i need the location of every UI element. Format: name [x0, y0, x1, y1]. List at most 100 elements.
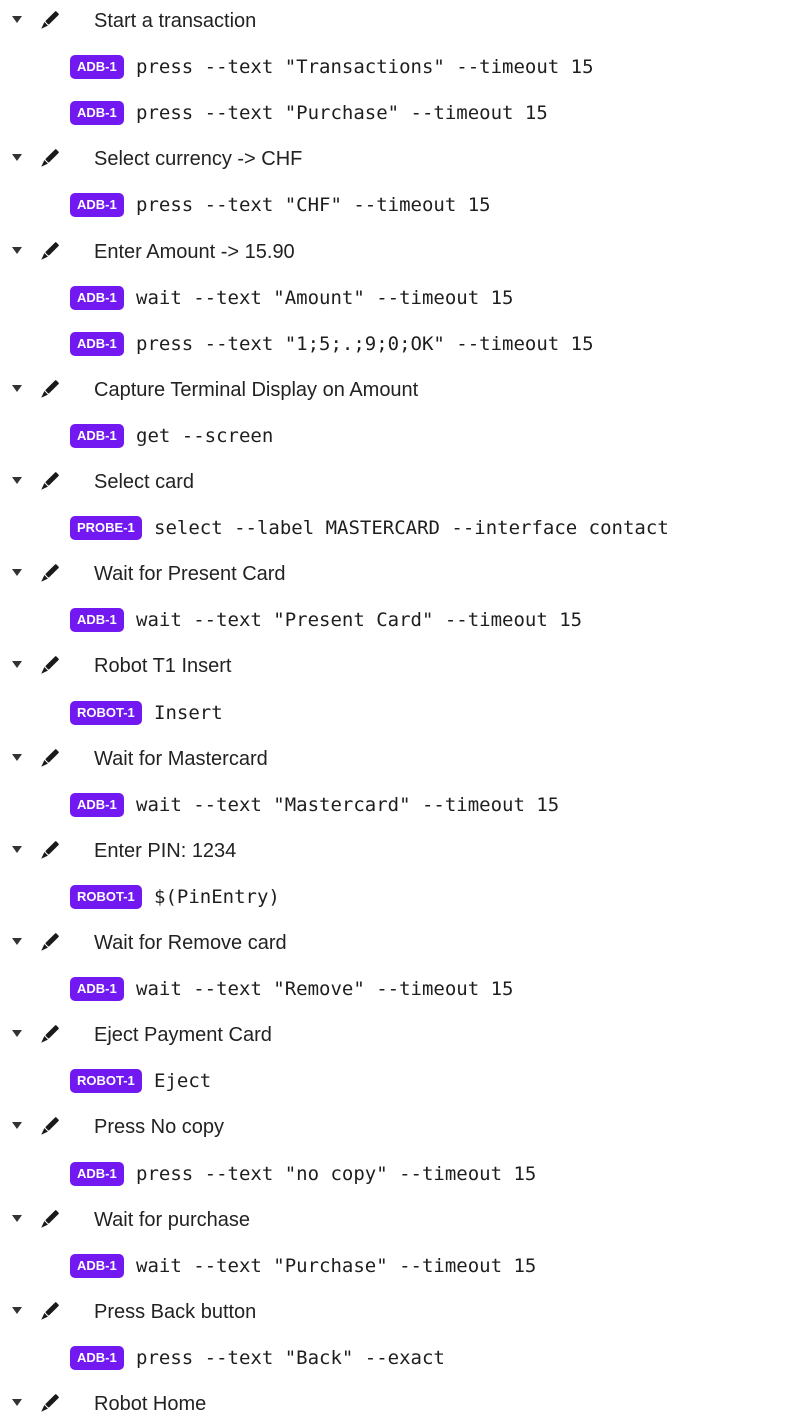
step-title: Select card	[94, 471, 195, 493]
pen-icon	[36, 561, 62, 587]
device-badge: ADB-1	[70, 1345, 124, 1370]
step-row[interactable]: Press Back button	[0, 1294, 806, 1330]
caret-down-icon[interactable]	[12, 753, 22, 761]
step-title: Enter Amount -> 15.90	[94, 240, 295, 263]
command-text: wait --text "Mastercard" --timeout 15	[136, 793, 560, 816]
pen-icon	[36, 1299, 62, 1325]
command-row[interactable]: ADB-1 wait --text "Remove" --timeout 15	[0, 971, 806, 1007]
command-text: press --text "no copy" --timeout 15	[136, 1162, 537, 1185]
command-row[interactable]: ADB-1 wait --text "Purchase" --timeout 15	[0, 1248, 806, 1284]
device-badge: ADB-1	[70, 101, 124, 126]
device-badge: ADB-1	[70, 977, 124, 1002]
command-text: select --label MASTERCARD --interface co…	[154, 517, 669, 540]
caret-down-icon[interactable]	[12, 1306, 22, 1314]
step-title: Robot Home	[94, 1393, 207, 1415]
step-title: Start a transaction	[94, 10, 257, 32]
command-row[interactable]: ADB-1 wait --text "Amount" --timeout 15	[0, 280, 806, 316]
command-row[interactable]: ADB-1 press --text "Transactions" --timeo…	[0, 49, 806, 85]
caret-down-icon[interactable]	[12, 1030, 22, 1038]
step-title: Robot T1 Insert	[94, 655, 232, 678]
caret-down-icon[interactable]	[12, 477, 22, 484]
caret-down-icon[interactable]	[12, 154, 22, 162]
step-row[interactable]: Wait for Mastercard	[0, 741, 806, 777]
device-badge: ADB-1	[70, 55, 124, 80]
command-text: wait --text "Purchase" --timeout 15	[136, 1254, 537, 1277]
pen-icon	[36, 653, 62, 679]
device-badge: ADB-1	[70, 285, 124, 310]
command-text: press --text "Transactions" --timeout 15	[136, 56, 594, 79]
step-title: Wait for purchase	[94, 1208, 250, 1231]
step-row[interactable]: Enter Amount -> 15.90	[0, 234, 806, 270]
pen-icon	[36, 930, 62, 956]
pen-icon	[36, 1207, 62, 1233]
command-text: press --text "CHF" --timeout 15	[136, 194, 491, 217]
command-text: Insert	[154, 701, 223, 724]
caret-down-icon[interactable]	[12, 938, 22, 945]
caret-down-icon[interactable]	[12, 1399, 22, 1406]
step-row[interactable]: Press No copy	[0, 1109, 806, 1145]
command-text: Eject	[154, 1070, 212, 1093]
command-row[interactable]: ADB-1 press --text "CHF" --timeout 15	[0, 187, 806, 223]
caret-down-icon[interactable]	[12, 569, 22, 577]
device-badge: ADB-1	[70, 331, 124, 356]
caret-down-icon[interactable]	[12, 384, 22, 392]
command-row[interactable]: ADB-1 press --text "no copy" --timeout 15	[0, 1156, 806, 1192]
pen-icon	[36, 469, 62, 495]
step-row[interactable]: Select currency -> CHF	[0, 141, 806, 177]
step-title: Wait for Present Card	[94, 563, 286, 586]
caret-down-icon[interactable]	[12, 845, 22, 853]
step-title: Wait for Remove card	[94, 932, 287, 954]
pen-icon	[36, 8, 62, 34]
command-row[interactable]: ADB-1 press --text "Back" --exact	[0, 1340, 806, 1376]
caret-down-icon[interactable]	[12, 246, 22, 254]
command-row[interactable]: ADB-1 wait --text "Present Card" --timeou…	[0, 602, 806, 638]
step-row[interactable]: Capture Terminal Display on Amount	[0, 372, 806, 408]
step-title: Wait for Mastercard	[94, 747, 268, 770]
step-title: Capture Terminal Display on Amount	[94, 378, 419, 401]
command-row[interactable]: ADB-1 press --text "1;5;.;9;0;OK" --timeo…	[0, 326, 806, 362]
pen-icon	[36, 1022, 62, 1048]
caret-down-icon[interactable]	[12, 661, 22, 669]
command-row[interactable]: ROBOT-1 $(PinEntry)	[0, 879, 806, 915]
step-title: Enter PIN: 1234	[94, 839, 237, 862]
step-row[interactable]: Robot Home	[0, 1386, 806, 1422]
command-row[interactable]: ROBOT-1 Eject	[0, 1063, 806, 1099]
step-title: Press Back button	[94, 1300, 257, 1323]
step-row[interactable]: Start a transaction	[0, 3, 806, 39]
step-row[interactable]: Eject Payment Card	[0, 1017, 806, 1053]
command-text: wait --text "Remove" --timeout 15	[136, 978, 514, 1001]
command-row[interactable]: ADB-1 press --text "Purchase" --timeout 1…	[0, 95, 806, 131]
command-text: get --screen	[136, 424, 274, 447]
caret-down-icon[interactable]	[12, 16, 22, 23]
pen-icon	[36, 838, 62, 864]
pen-icon	[36, 377, 62, 403]
step-row[interactable]: Enter PIN: 1234	[0, 833, 806, 869]
step-row[interactable]: Wait for Remove card	[0, 925, 806, 961]
pen-icon	[36, 1114, 62, 1140]
step-row[interactable]: Wait for purchase	[0, 1202, 806, 1238]
command-text: press --text "Back" --exact	[136, 1346, 445, 1369]
device-badge: ADB-1	[70, 423, 124, 448]
step-row[interactable]: Select card	[0, 464, 806, 500]
caret-down-icon[interactable]	[12, 1214, 22, 1222]
caret-down-icon[interactable]	[12, 1122, 22, 1130]
step-title: Press No copy	[94, 1116, 225, 1139]
command-text: wait --text "Present Card" --timeout 15	[136, 609, 583, 632]
step-title: Select currency -> CHF	[94, 148, 303, 171]
command-row[interactable]: ADB-1 wait --text "Mastercard" --timeout …	[0, 787, 806, 823]
device-badge: ROBOT-1	[70, 700, 142, 725]
command-text: press --text "1;5;.;9;0;OK" --timeout 15	[136, 332, 594, 355]
pen-icon	[36, 239, 62, 265]
command-row[interactable]: ADB-1 get --screen	[0, 418, 806, 454]
command-text: wait --text "Amount" --timeout 15	[136, 286, 514, 309]
command-row[interactable]: ROBOT-1 Insert	[0, 695, 806, 731]
device-badge: ADB-1	[70, 1253, 124, 1278]
device-badge: ADB-1	[70, 792, 124, 817]
pen-icon	[36, 746, 62, 772]
command-row[interactable]: PROBE-1 select --label MASTERCARD --inter…	[0, 510, 806, 546]
command-text: $(PinEntry)	[154, 885, 280, 908]
device-badge: ADB-1	[70, 1161, 124, 1186]
step-row[interactable]: Wait for Present Card	[0, 556, 806, 592]
device-badge: PROBE-1	[70, 516, 142, 541]
step-row[interactable]: Robot T1 Insert	[0, 648, 806, 684]
